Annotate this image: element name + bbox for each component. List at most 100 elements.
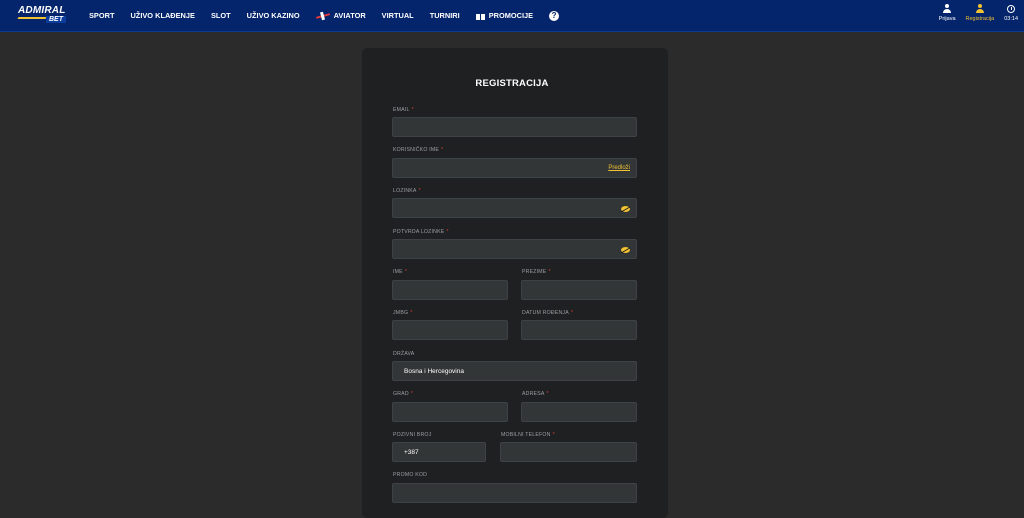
city-label: GRAD * [393, 391, 413, 397]
promo-code-input[interactable] [393, 489, 636, 497]
mobile-input[interactable] [501, 448, 636, 456]
dob-input[interactable] [522, 326, 636, 334]
username-field[interactable]: Predloži [392, 158, 637, 178]
mobile-field[interactable] [500, 442, 637, 462]
jmbg-input[interactable] [393, 326, 507, 334]
register-label: Registracija [965, 16, 995, 22]
password-label-text: LOZINKA [393, 188, 417, 194]
logo-text-top: ADMIRAL [18, 5, 66, 16]
surname-label-text: PREZIME [522, 269, 547, 275]
country-label: DRŽAVA [393, 351, 414, 357]
logo-text-bottom: BET [46, 16, 66, 23]
register-user-icon [975, 4, 984, 14]
dob-label: DATUM ROĐENJA * [522, 310, 573, 316]
dob-label-text: DATUM ROĐENJA [522, 310, 569, 316]
required-mark: * [548, 269, 551, 275]
required-mark: * [552, 432, 555, 438]
nav-uzivo-kladjenje[interactable]: UŽIVO KLAĐENJE [130, 11, 194, 20]
nav-turniri-label: TURNIRI [429, 11, 460, 20]
confirm-password-input[interactable] [393, 245, 636, 253]
name-label-text: IME [393, 269, 403, 275]
name-field[interactable] [392, 280, 508, 300]
nav-virtual-label: VIRTUAL [381, 11, 414, 20]
help-button[interactable]: ? [549, 10, 560, 21]
promo-label: PROMO KOD [393, 472, 427, 478]
gift-icon [475, 11, 485, 20]
jmbg-field[interactable] [392, 320, 508, 340]
user-icon [943, 4, 952, 14]
dob-field[interactable] [521, 320, 637, 340]
required-mark: * [410, 310, 413, 316]
logo-swoosh [17, 17, 47, 19]
city-label-text: GRAD [393, 391, 409, 397]
address-input[interactable] [522, 408, 636, 416]
surname-input[interactable] [522, 286, 636, 294]
nav-uzivo-kladjenje-label: UŽIVO KLAĐENJE [130, 11, 195, 20]
confirm-password-label: POTVRDA LOZINKE * [393, 229, 449, 235]
surname-field[interactable] [521, 280, 637, 300]
required-mark: * [570, 310, 574, 316]
email-label: EMAIL * [393, 107, 414, 113]
nav-aviator[interactable]: AVIATOR [316, 11, 366, 20]
suggest-username-link[interactable]: Predloži [608, 165, 630, 171]
required-mark: * [410, 391, 414, 397]
nav-uzivo-kazino-label: UŽIVO KAZINO [246, 11, 300, 20]
toggle-password-eye-icon[interactable] [621, 206, 630, 212]
nav-aviator-label: AVIATOR [333, 11, 366, 20]
address-label: ADRESA * [522, 391, 549, 397]
city-field[interactable] [392, 402, 508, 422]
country-label-text: DRŽAVA [393, 351, 415, 357]
password-field[interactable] [392, 198, 637, 218]
login-label: Prijava [938, 16, 956, 22]
username-input[interactable] [393, 164, 636, 172]
nav-virtual[interactable]: VIRTUAL [382, 11, 414, 20]
required-mark: * [418, 188, 421, 194]
prefix-label-text: POZIVNI BROJ [393, 432, 432, 438]
login-button[interactable]: Prijava [939, 4, 956, 22]
clock: 03:14 [1004, 4, 1018, 22]
help-icon: ? [549, 10, 560, 21]
email-field[interactable] [392, 117, 637, 137]
phone-prefix-select[interactable]: +387 [392, 442, 486, 462]
toggle-confirm-password-eye-icon[interactable] [621, 247, 630, 253]
username-label-text: KORISNIČKO IME [393, 147, 440, 153]
clock-icon [1007, 5, 1016, 13]
nav-slot-label: SLOT [210, 11, 231, 20]
username-label: KORISNIČKO IME * [393, 147, 443, 153]
nav-sport-label: SPORT [89, 11, 115, 20]
jmbg-label: JMBG * [393, 310, 412, 316]
confirm-password-field[interactable] [392, 239, 637, 259]
required-mark: * [546, 391, 549, 397]
password-label: LOZINKA * [393, 188, 421, 194]
confirm-password-label-text: POTVRDA LOZINKE [393, 229, 445, 235]
address-label-text: ADRESA [522, 391, 545, 397]
main-nav: SPORT UŽIVO KLAĐENJE SLOT UŽIVO KAZINO A… [89, 0, 575, 31]
page-title: REGISTRACIJA [475, 78, 549, 89]
email-label-text: EMAIL [393, 107, 410, 113]
password-input[interactable] [393, 204, 636, 212]
city-input[interactable] [393, 408, 507, 416]
name-input[interactable] [393, 286, 507, 294]
nav-sport[interactable]: SPORT [89, 11, 114, 20]
register-button[interactable]: Registracija [965, 4, 995, 22]
promo-code-field[interactable] [392, 483, 637, 503]
country-selected-value: Bosna i Hercegovina [404, 368, 464, 375]
nav-promocije-label: PROMOCIJE [488, 11, 534, 20]
address-field[interactable] [521, 402, 637, 422]
mobile-label: MOBILNI TELEFON * [501, 432, 555, 438]
required-mark: * [404, 269, 408, 275]
top-navigation-bar: ADMIRAL BET SPORT UŽIVO KLAĐENJE SLOT UŽ… [0, 0, 1024, 32]
country-select[interactable]: Bosna i Hercegovina [392, 361, 637, 381]
jmbg-label-text: JMBG [393, 310, 409, 316]
mobile-label-text: MOBILNI TELEFON [501, 432, 551, 438]
nav-turniri[interactable]: TURNIRI [430, 11, 460, 20]
account-nav: Prijava Registracija 03:14 [929, 4, 1018, 22]
nav-uzivo-kazino[interactable]: UŽIVO KAZINO [247, 11, 300, 20]
admiralbet-logo[interactable]: ADMIRAL BET [17, 5, 72, 25]
required-mark: * [446, 229, 449, 235]
aviator-icon [316, 12, 330, 20]
nav-slot[interactable]: SLOT [211, 11, 231, 20]
email-input[interactable] [393, 123, 636, 131]
name-label: IME * [393, 269, 407, 275]
nav-promocije[interactable]: PROMOCIJE [475, 11, 534, 20]
